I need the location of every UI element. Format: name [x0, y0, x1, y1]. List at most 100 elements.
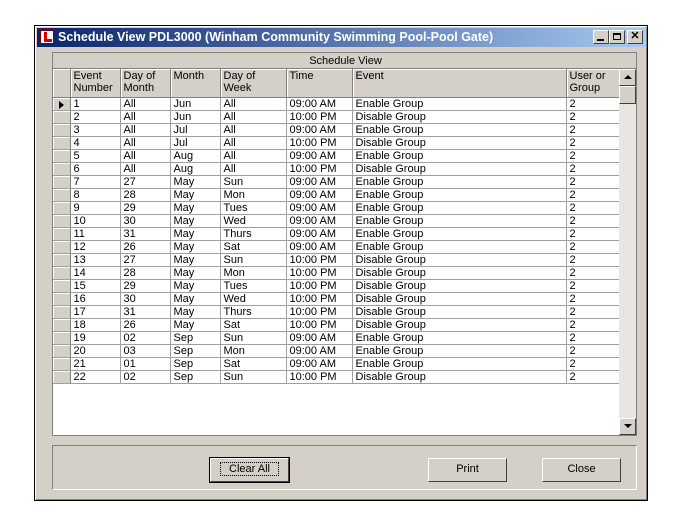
cell-event-number[interactable]: 20: [70, 344, 121, 358]
cell-user-or-group[interactable]: 2: [566, 331, 620, 345]
cell-month[interactable]: Jun: [170, 110, 221, 124]
cell-time[interactable]: 09:00 AM: [286, 123, 353, 137]
cell-user-or-group[interactable]: 2: [566, 266, 620, 280]
col-header-time[interactable]: Time: [286, 69, 353, 98]
schedule-grid[interactable]: Schedule View Event Number Day of Month …: [52, 52, 637, 436]
close-button[interactable]: Close: [542, 458, 621, 482]
cell-event-number[interactable]: 12: [70, 240, 121, 254]
cell-event-number[interactable]: 3: [70, 123, 121, 137]
col-header-month[interactable]: Month: [170, 69, 221, 98]
cell-month[interactable]: Sep: [170, 370, 221, 384]
cell-month[interactable]: May: [170, 175, 221, 189]
cell-month[interactable]: Sep: [170, 357, 221, 371]
cell-day-of-week[interactable]: Wed: [220, 214, 287, 228]
row-indicator[interactable]: [53, 123, 71, 137]
cell-time[interactable]: 10:00 PM: [286, 266, 353, 280]
cell-user-or-group[interactable]: 2: [566, 162, 620, 176]
maximize-button[interactable]: [609, 30, 625, 44]
cell-day-of-week[interactable]: All: [220, 123, 287, 137]
cell-day-of-week[interactable]: Mon: [220, 188, 287, 202]
row-indicator[interactable]: [53, 253, 71, 267]
cell-day-of-month[interactable]: 29: [120, 279, 171, 293]
table-row[interactable]: 5 All Aug All 09:00 AM Enable Group 2: [53, 149, 620, 163]
table-row[interactable]: 19 02 Sep Sun 09:00 AM Enable Group 2: [53, 331, 620, 345]
row-indicator[interactable]: [53, 357, 71, 371]
cell-month[interactable]: Jul: [170, 136, 221, 150]
cell-event-number[interactable]: 17: [70, 305, 121, 319]
row-indicator[interactable]: [53, 318, 71, 332]
cell-event[interactable]: Enable Group: [352, 97, 567, 111]
cell-event-number[interactable]: 18: [70, 318, 121, 332]
cell-event[interactable]: Enable Group: [352, 357, 567, 371]
cell-day-of-month[interactable]: 30: [120, 214, 171, 228]
cell-user-or-group[interactable]: 2: [566, 188, 620, 202]
cell-day-of-month[interactable]: All: [120, 123, 171, 137]
cell-day-of-week[interactable]: Sun: [220, 253, 287, 267]
cell-day-of-month[interactable]: All: [120, 110, 171, 124]
cell-event-number[interactable]: 7: [70, 175, 121, 189]
col-header-day-of-week[interactable]: Day of Week: [220, 69, 287, 98]
close-window-button[interactable]: ✕: [627, 30, 643, 44]
cell-event[interactable]: Disable Group: [352, 162, 567, 176]
row-indicator[interactable]: [53, 240, 71, 254]
table-row[interactable]: 6 All Aug All 10:00 PM Disable Group 2: [53, 162, 620, 176]
row-indicator[interactable]: [53, 136, 71, 150]
cell-month[interactable]: May: [170, 240, 221, 254]
cell-day-of-month[interactable]: 27: [120, 175, 171, 189]
table-row[interactable]: 10 30 May Wed 09:00 AM Enable Group 2: [53, 214, 620, 228]
cell-time[interactable]: 09:00 AM: [286, 97, 353, 111]
cell-month[interactable]: May: [170, 201, 221, 215]
cell-event-number[interactable]: 22: [70, 370, 121, 384]
row-indicator[interactable]: [53, 97, 71, 111]
cell-event[interactable]: Disable Group: [352, 292, 567, 306]
cell-day-of-month[interactable]: 30: [120, 292, 171, 306]
cell-month[interactable]: Aug: [170, 162, 221, 176]
cell-user-or-group[interactable]: 2: [566, 123, 620, 137]
cell-month[interactable]: May: [170, 318, 221, 332]
cell-event-number[interactable]: 10: [70, 214, 121, 228]
table-row[interactable]: 16 30 May Wed 10:00 PM Disable Group 2: [53, 292, 620, 306]
row-indicator[interactable]: [53, 331, 71, 345]
row-indicator[interactable]: [53, 370, 71, 384]
cell-time[interactable]: 10:00 PM: [286, 305, 353, 319]
table-row[interactable]: 11 31 May Thurs 09:00 AM Enable Group 2: [53, 227, 620, 241]
row-indicator[interactable]: [53, 344, 71, 358]
cell-event-number[interactable]: 2: [70, 110, 121, 124]
cell-day-of-week[interactable]: Tues: [220, 279, 287, 293]
cell-event[interactable]: Enable Group: [352, 123, 567, 137]
cell-event-number[interactable]: 14: [70, 266, 121, 280]
row-indicator[interactable]: [53, 305, 71, 319]
table-row[interactable]: 4 All Jul All 10:00 PM Disable Group 2: [53, 136, 620, 150]
cell-event[interactable]: Disable Group: [352, 136, 567, 150]
cell-day-of-month[interactable]: 02: [120, 370, 171, 384]
cell-time[interactable]: 10:00 PM: [286, 110, 353, 124]
scroll-down-button[interactable]: [619, 418, 636, 435]
cell-day-of-week[interactable]: All: [220, 97, 287, 111]
cell-event[interactable]: Disable Group: [352, 370, 567, 384]
cell-event-number[interactable]: 1: [70, 97, 121, 111]
cell-user-or-group[interactable]: 2: [566, 370, 620, 384]
cell-time[interactable]: 09:00 AM: [286, 227, 353, 241]
cell-event[interactable]: Enable Group: [352, 214, 567, 228]
col-header-event[interactable]: Event: [352, 69, 567, 98]
cell-event[interactable]: Disable Group: [352, 110, 567, 124]
row-indicator[interactable]: [53, 227, 71, 241]
cell-time[interactable]: 10:00 PM: [286, 318, 353, 332]
clear-all-button[interactable]: Clear All: [209, 457, 290, 483]
cell-time[interactable]: 09:00 AM: [286, 149, 353, 163]
cell-day-of-month[interactable]: 31: [120, 227, 171, 241]
cell-day-of-week[interactable]: Sun: [220, 370, 287, 384]
cell-event[interactable]: Disable Group: [352, 253, 567, 267]
cell-time[interactable]: 09:00 AM: [286, 214, 353, 228]
cell-month[interactable]: May: [170, 188, 221, 202]
cell-time[interactable]: 10:00 PM: [286, 253, 353, 267]
cell-time[interactable]: 09:00 AM: [286, 240, 353, 254]
cell-time[interactable]: 10:00 PM: [286, 136, 353, 150]
cell-day-of-month[interactable]: 27: [120, 253, 171, 267]
cell-user-or-group[interactable]: 2: [566, 149, 620, 163]
cell-time[interactable]: 10:00 PM: [286, 279, 353, 293]
cell-month[interactable]: Jul: [170, 123, 221, 137]
cell-event[interactable]: Enable Group: [352, 188, 567, 202]
cell-user-or-group[interactable]: 2: [566, 110, 620, 124]
cell-day-of-month[interactable]: 26: [120, 318, 171, 332]
